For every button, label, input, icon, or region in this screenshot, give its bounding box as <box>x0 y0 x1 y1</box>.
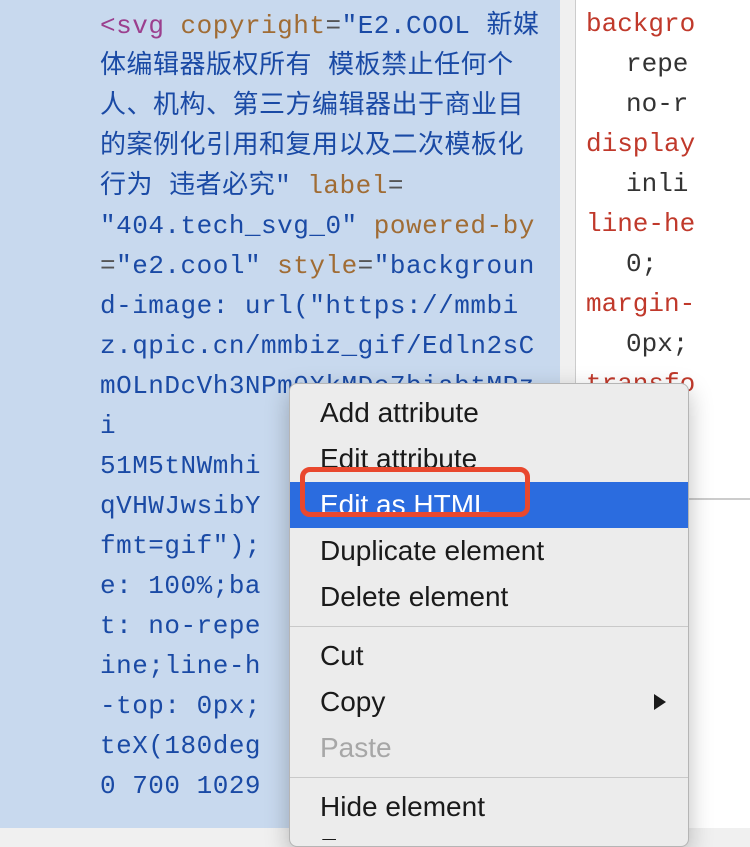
equals: = <box>388 171 404 201</box>
style-value-l14: -top: 0px; <box>100 691 261 721</box>
menu-force-state[interactable]: Force state <box>290 830 688 840</box>
menu-duplicate-element[interactable]: Duplicate element <box>290 528 688 574</box>
css-val: repe <box>586 44 750 84</box>
menu-delete-element[interactable]: Delete element <box>290 574 688 620</box>
tag-name: svg <box>116 11 164 41</box>
css-prop-margin[interactable]: margin- <box>586 289 695 319</box>
menu-cut[interactable]: Cut <box>290 633 688 679</box>
label-value: 404.tech_svg_0 <box>116 211 341 241</box>
quote: " <box>342 211 358 241</box>
menu-separator <box>290 626 688 627</box>
menu-add-attribute[interactable]: Add attribute <box>290 390 688 436</box>
quote: " <box>342 11 358 41</box>
css-val: 0; <box>586 244 750 284</box>
quote: " <box>245 251 261 281</box>
powered-value: e2.cool <box>132 251 245 281</box>
attr-powered-by: powered-by <box>374 211 535 241</box>
menu-edit-attribute[interactable]: Edit attribute <box>290 436 688 482</box>
equals: = <box>325 11 341 41</box>
css-val: no-r <box>586 84 750 124</box>
css-prop-background[interactable]: backgro <box>586 9 695 39</box>
angle-bracket: < <box>100 11 116 41</box>
css-val: 0px; <box>586 324 750 364</box>
context-menu: Add attribute Edit attribute Edit as HTM… <box>289 383 689 847</box>
css-prop-line-height[interactable]: line-he <box>586 209 695 239</box>
menu-edit-as-html[interactable]: Edit as HTML <box>290 482 688 528</box>
menu-separator <box>290 777 688 778</box>
quote: " <box>116 251 132 281</box>
style-value-l15: teX(180deg <box>100 731 261 761</box>
style-value-l11: e: 100%;ba <box>100 571 261 601</box>
style-value-l8: 51M5tNWmhi <box>100 451 261 481</box>
equals: = <box>100 251 116 281</box>
quote: " <box>100 211 116 241</box>
chevron-right-icon <box>654 694 666 710</box>
attr-copyright: copyright <box>181 11 326 41</box>
style-value-l10: fmt=gif"); <box>100 531 261 561</box>
style-value-l16: 0 700 1029 <box>100 771 261 801</box>
quote: " <box>374 251 390 281</box>
style-value-l12: t: no-repe <box>100 611 261 641</box>
quote: " <box>275 171 291 201</box>
menu-hide-element[interactable]: Hide element <box>290 784 688 830</box>
attr-style: style <box>277 251 358 281</box>
equals: = <box>358 251 374 281</box>
css-prop-display[interactable]: display <box>586 129 695 159</box>
menu-copy[interactable]: Copy <box>290 679 688 725</box>
style-value-l13: ine;line-h <box>100 651 261 681</box>
menu-paste: Paste <box>290 725 688 771</box>
menu-copy-label: Copy <box>320 686 385 717</box>
style-value-l9: qVHWJwsibY <box>100 491 261 521</box>
css-val: inli <box>586 164 750 204</box>
attr-label: label <box>307 171 388 201</box>
